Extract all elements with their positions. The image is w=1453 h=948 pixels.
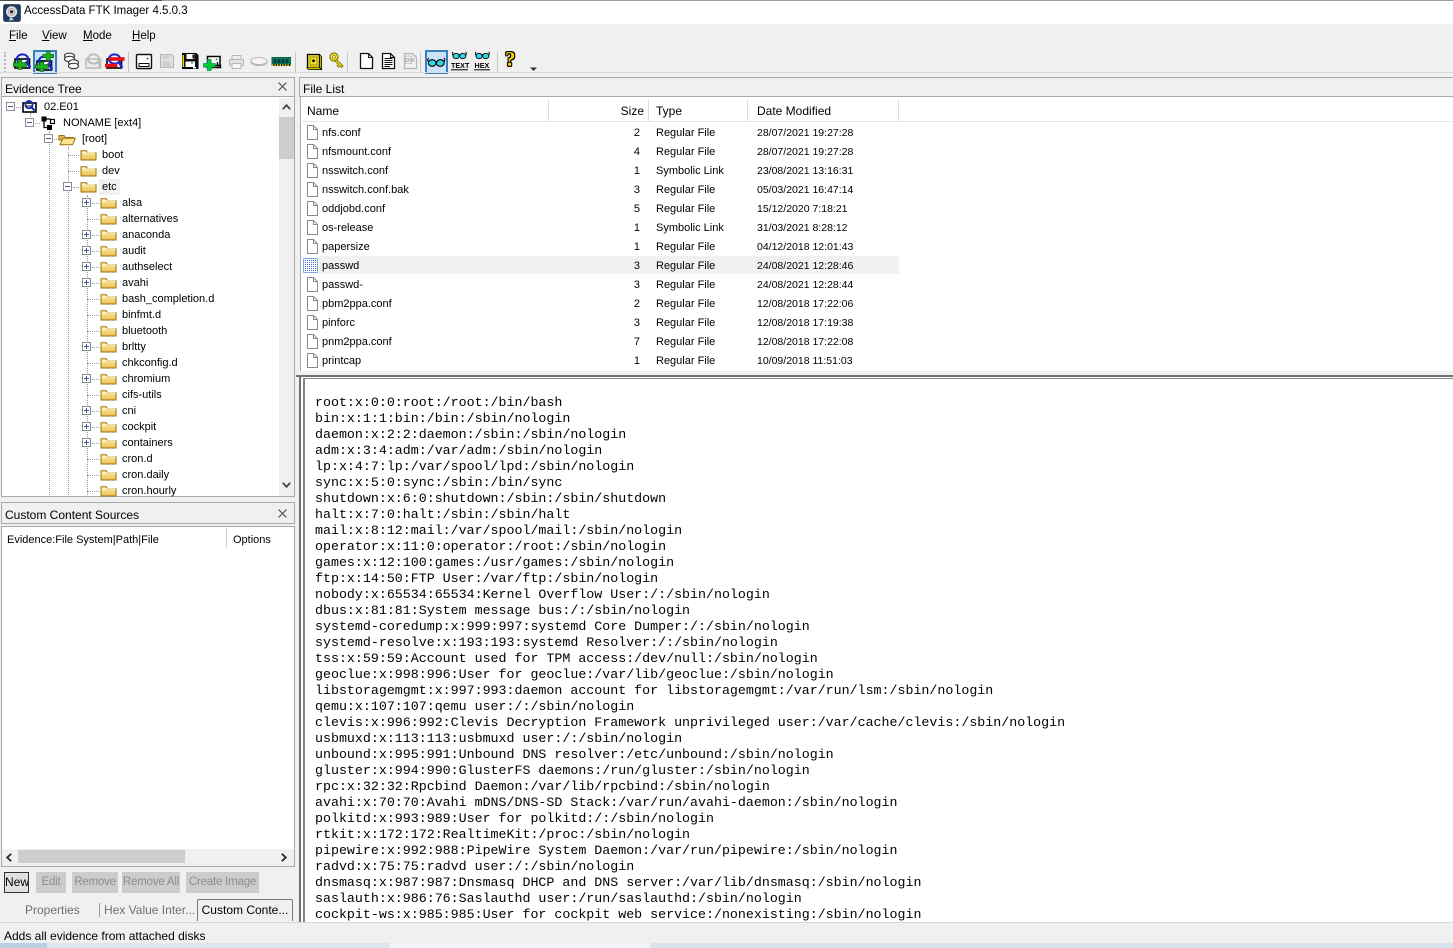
svg-text:DIR: DIR [406, 58, 416, 64]
svg-text:HEX: HEX [475, 61, 490, 70]
svg-text:TEXT: TEXT [451, 61, 470, 70]
